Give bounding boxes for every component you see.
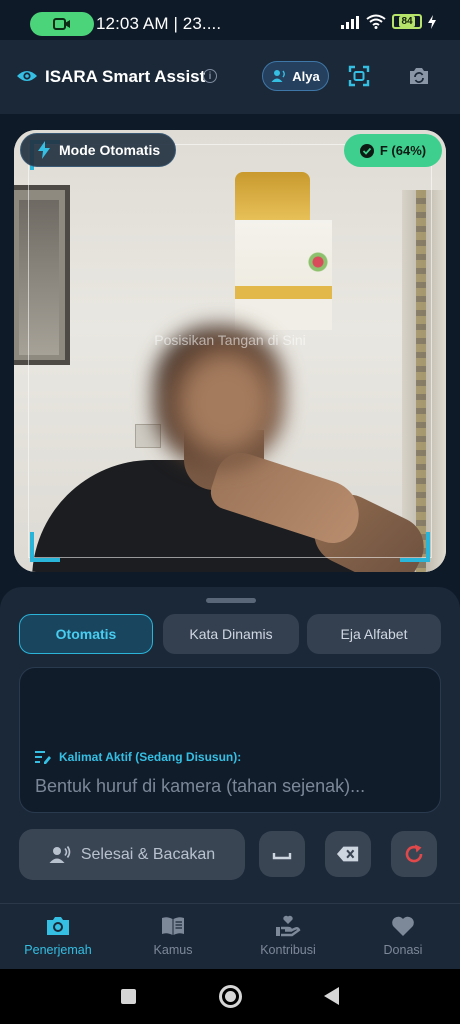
nav-label-kontribusi: Kontribusi (260, 943, 316, 957)
hand-guide-box (28, 144, 432, 558)
info-icon[interactable]: i (203, 69, 217, 83)
wifi-icon (366, 14, 386, 29)
nav-label-penerjemah: Penerjemah (24, 943, 92, 957)
signal-icon (341, 15, 359, 29)
camera-flip-icon[interactable] (408, 65, 430, 87)
hand-heart-icon (276, 915, 301, 937)
reset-button[interactable] (391, 831, 437, 877)
nav-penerjemah[interactable]: Penerjemah (8, 914, 108, 957)
book-icon (162, 917, 184, 935)
nav-kamus[interactable]: Kamus (123, 914, 223, 957)
detection-label: F (64%) (379, 143, 427, 158)
sentence-placeholder: Bentuk huruf di kamera (tahan sejenak)..… (35, 776, 366, 796)
screen-record-indicator[interactable] (30, 12, 94, 36)
battery-level: 84 (399, 16, 415, 27)
backspace-button[interactable] (325, 831, 371, 877)
system-navigation-bar (0, 969, 460, 1024)
user-name: Alya (292, 68, 320, 84)
control-panel: Otomatis Kata Dinamis Eja Alfabet Kalima… (0, 587, 460, 903)
charging-icon (428, 14, 436, 29)
app-title: ISARA Smart Assist (45, 67, 206, 86)
user-voice-icon (49, 845, 71, 863)
app-header: ISARA Smart Assist i Alya (0, 40, 460, 114)
user-voice-icon (271, 70, 286, 82)
eye-icon (17, 71, 37, 81)
user-profile-chip[interactable]: Alya (262, 61, 329, 91)
reset-icon (405, 844, 423, 863)
edit-lines-icon (35, 751, 51, 764)
nav-label-kamus: Kamus (153, 943, 193, 957)
nav-kontribusi[interactable]: Kontribusi (238, 914, 338, 957)
battery-icon: 84 (392, 14, 422, 29)
space-button[interactable] (259, 831, 305, 877)
finish-read-button[interactable]: Selesai & Bacakan (19, 829, 245, 880)
tab-kata-dinamis[interactable]: Kata Dinamis (163, 614, 299, 654)
camera-hint-text: Posisikan Tangan di Sini (154, 332, 306, 348)
video-record-icon (53, 18, 70, 30)
drag-handle[interactable] (206, 598, 256, 603)
nav-donasi[interactable]: Donasi (353, 914, 453, 957)
check-circle-icon (359, 143, 374, 158)
scan-frame-icon[interactable] (348, 65, 370, 87)
finish-read-label: Selesai & Bacakan (80, 845, 216, 863)
guide-corner-bottom-left (30, 532, 60, 562)
tab-otomatis[interactable]: Otomatis (19, 614, 153, 654)
status-bar: 12:03 AM | 23.... 84 (0, 0, 460, 40)
space-icon (272, 853, 292, 860)
sentence-box[interactable]: Kalimat Aktif (Sedang Disusun): Bentuk h… (19, 667, 441, 813)
backspace-icon (336, 846, 359, 862)
status-time: 12:03 AM | 23.... (96, 14, 222, 33)
nav-label-donasi: Donasi (383, 943, 423, 957)
back-button[interactable] (324, 987, 339, 1005)
mode-chip-label: Mode Otomatis (59, 142, 161, 158)
camera-preview[interactable]: Posisikan Tangan di Sini Mode Otomatis F… (14, 130, 446, 572)
mode-chip[interactable]: Mode Otomatis (20, 133, 176, 167)
bottom-navigation: Penerjemah Kamus Kontribusi Donasi (0, 903, 460, 969)
guide-corner-bottom-right (400, 532, 430, 562)
sentence-label: Kalimat Aktif (Sedang Disusun): (59, 750, 242, 764)
heart-icon (392, 916, 414, 936)
home-button[interactable] (219, 985, 242, 1008)
tab-eja-alfabet[interactable]: Eja Alfabet (307, 614, 441, 654)
recents-button[interactable] (121, 989, 136, 1004)
detection-badge: F (64%) (344, 134, 442, 167)
lightning-icon (38, 141, 50, 159)
camera-icon (47, 917, 69, 935)
